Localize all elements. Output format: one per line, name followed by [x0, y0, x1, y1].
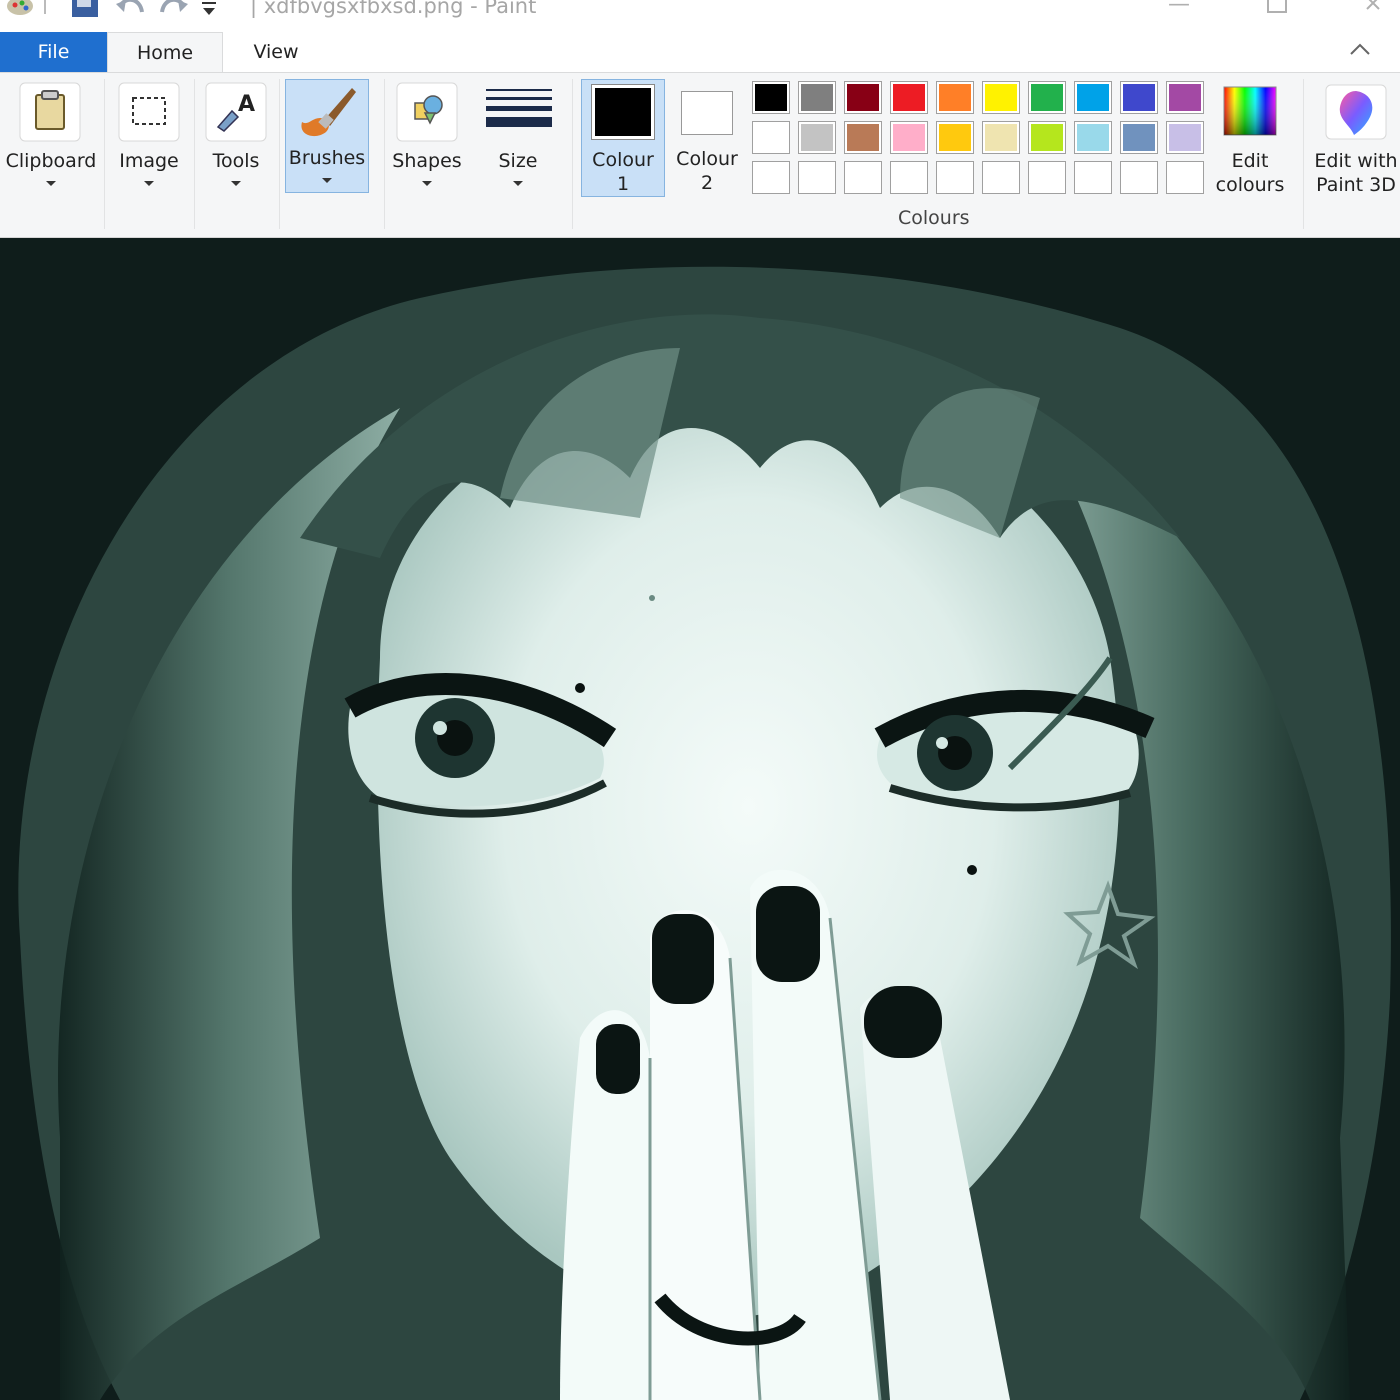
palette-swatch[interactable] [752, 81, 790, 114]
colour-palette [752, 81, 1212, 201]
palette-swatch[interactable] [844, 161, 882, 194]
size-dropdown-arrow [513, 181, 523, 186]
line-size-icon [486, 89, 552, 127]
image-label: Image [119, 150, 179, 172]
brush-icon [301, 88, 356, 137]
palette-swatch[interactable] [798, 161, 836, 194]
minimize-button[interactable]: — [1168, 0, 1190, 17]
redo-icon[interactable] [158, 0, 188, 20]
paint-3d-label-line2: Paint 3D [1316, 174, 1396, 196]
group-divider [194, 79, 195, 229]
image-dropdown-arrow [144, 181, 154, 186]
palette-swatch[interactable] [1028, 121, 1066, 154]
group-divider [279, 79, 280, 229]
brushes-label: Brushes [288, 147, 366, 169]
select-icon [118, 82, 180, 142]
size-label: Size [498, 150, 538, 172]
tools-icon: A [205, 82, 267, 142]
customize-quick-access-icon[interactable] [200, 0, 218, 20]
ribbon-tabs: File Home View [0, 32, 1400, 72]
palette-swatch[interactable] [844, 121, 882, 154]
palette-swatch[interactable] [798, 121, 836, 154]
palette-swatch[interactable] [1028, 81, 1066, 114]
palette-swatch[interactable] [1120, 161, 1158, 194]
clipboard-icon [19, 82, 81, 142]
palette-swatch[interactable] [1166, 161, 1204, 194]
group-divider [572, 79, 573, 229]
shapes-icon [396, 82, 458, 142]
undo-icon[interactable] [116, 0, 146, 20]
palette-swatch[interactable] [936, 81, 974, 114]
colour-2-number: 2 [700, 172, 714, 194]
clipboard-label: Clipboard [5, 150, 97, 172]
palette-swatch[interactable] [1074, 161, 1112, 194]
palette-swatch[interactable] [1166, 81, 1204, 114]
ribbon: Clipboard Image A Tools Brushes Shapes S… [0, 72, 1400, 238]
save-icon[interactable] [70, 0, 100, 20]
colour-1-number: 1 [616, 173, 630, 195]
brushes-button[interactable]: Brushes [285, 79, 369, 193]
paint-3d-label-line1: Edit with [1314, 150, 1398, 172]
edit-colours-label-line1: Edit [1231, 150, 1269, 172]
palette-swatch[interactable] [982, 121, 1020, 154]
palette-swatch[interactable] [890, 121, 928, 154]
paint-app-icon[interactable] [4, 0, 36, 20]
shapes-dropdown-arrow [422, 181, 432, 186]
palette-swatch[interactable] [982, 161, 1020, 194]
collapse-ribbon-icon[interactable] [1348, 38, 1372, 62]
brushes-dropdown-arrow [322, 178, 332, 183]
colours-group-label: Colours [898, 207, 970, 229]
palette-swatch[interactable] [752, 121, 790, 154]
paint-3d-icon [1325, 84, 1387, 140]
colour-1-label: Colour [592, 149, 654, 171]
shapes-button[interactable]: Shapes [388, 77, 466, 227]
tools-label: Tools [212, 150, 260, 172]
clipboard-dropdown-arrow [46, 181, 56, 186]
image-button[interactable]: Image [108, 77, 190, 227]
shapes-label: Shapes [392, 150, 462, 172]
edit-with-paint-3d-button[interactable]: Edit with Paint 3D [1308, 77, 1400, 203]
palette-swatch[interactable] [1166, 121, 1204, 154]
group-divider [104, 79, 105, 229]
palette-swatch[interactable] [1074, 81, 1112, 114]
palette-swatch[interactable] [752, 161, 790, 194]
title-bar: | xdfbvgsxfbxsd.png - Paint — [0, 0, 1400, 28]
edit-colours-label-line2: colours [1215, 174, 1285, 196]
title-divider [44, 0, 46, 14]
maximize-button[interactable] [1266, 0, 1290, 14]
edit-colours-button[interactable]: Edit colours [1210, 77, 1290, 203]
close-button[interactable] [1364, 0, 1388, 14]
clipboard-button[interactable]: Clipboard [0, 77, 102, 227]
palette-swatch[interactable] [1028, 161, 1066, 194]
colour-2-swatch [681, 91, 733, 135]
edit-colours-icon [1223, 86, 1277, 136]
palette-swatch[interactable] [798, 81, 836, 114]
svg-text:A: A [238, 92, 255, 117]
tab-file[interactable]: File [0, 32, 107, 72]
palette-swatch[interactable] [1074, 121, 1112, 154]
window-title: | xdfbvgsxfbxsd.png - Paint [250, 0, 537, 18]
palette-swatch[interactable] [890, 81, 928, 114]
palette-swatch[interactable] [936, 161, 974, 194]
group-divider [1303, 79, 1304, 229]
colour-2-button[interactable]: Colour 2 [668, 79, 746, 197]
palette-swatch[interactable] [982, 81, 1020, 114]
tools-button[interactable]: A Tools [196, 77, 276, 227]
painting-artwork [0, 238, 1400, 1400]
colour-1-button[interactable]: Colour 1 [581, 79, 665, 197]
palette-swatch[interactable] [1120, 121, 1158, 154]
palette-swatch[interactable] [1120, 81, 1158, 114]
drawing-canvas[interactable] [0, 238, 1400, 1400]
tab-home[interactable]: Home [107, 32, 223, 72]
colour-1-swatch [591, 84, 655, 140]
group-divider [384, 79, 385, 229]
tab-view[interactable]: View [233, 32, 319, 72]
palette-swatch[interactable] [936, 121, 974, 154]
palette-swatch[interactable] [844, 81, 882, 114]
palette-swatch[interactable] [890, 161, 928, 194]
colour-2-label: Colour [676, 148, 738, 170]
tools-dropdown-arrow [231, 181, 241, 186]
size-button[interactable]: Size [478, 77, 558, 227]
